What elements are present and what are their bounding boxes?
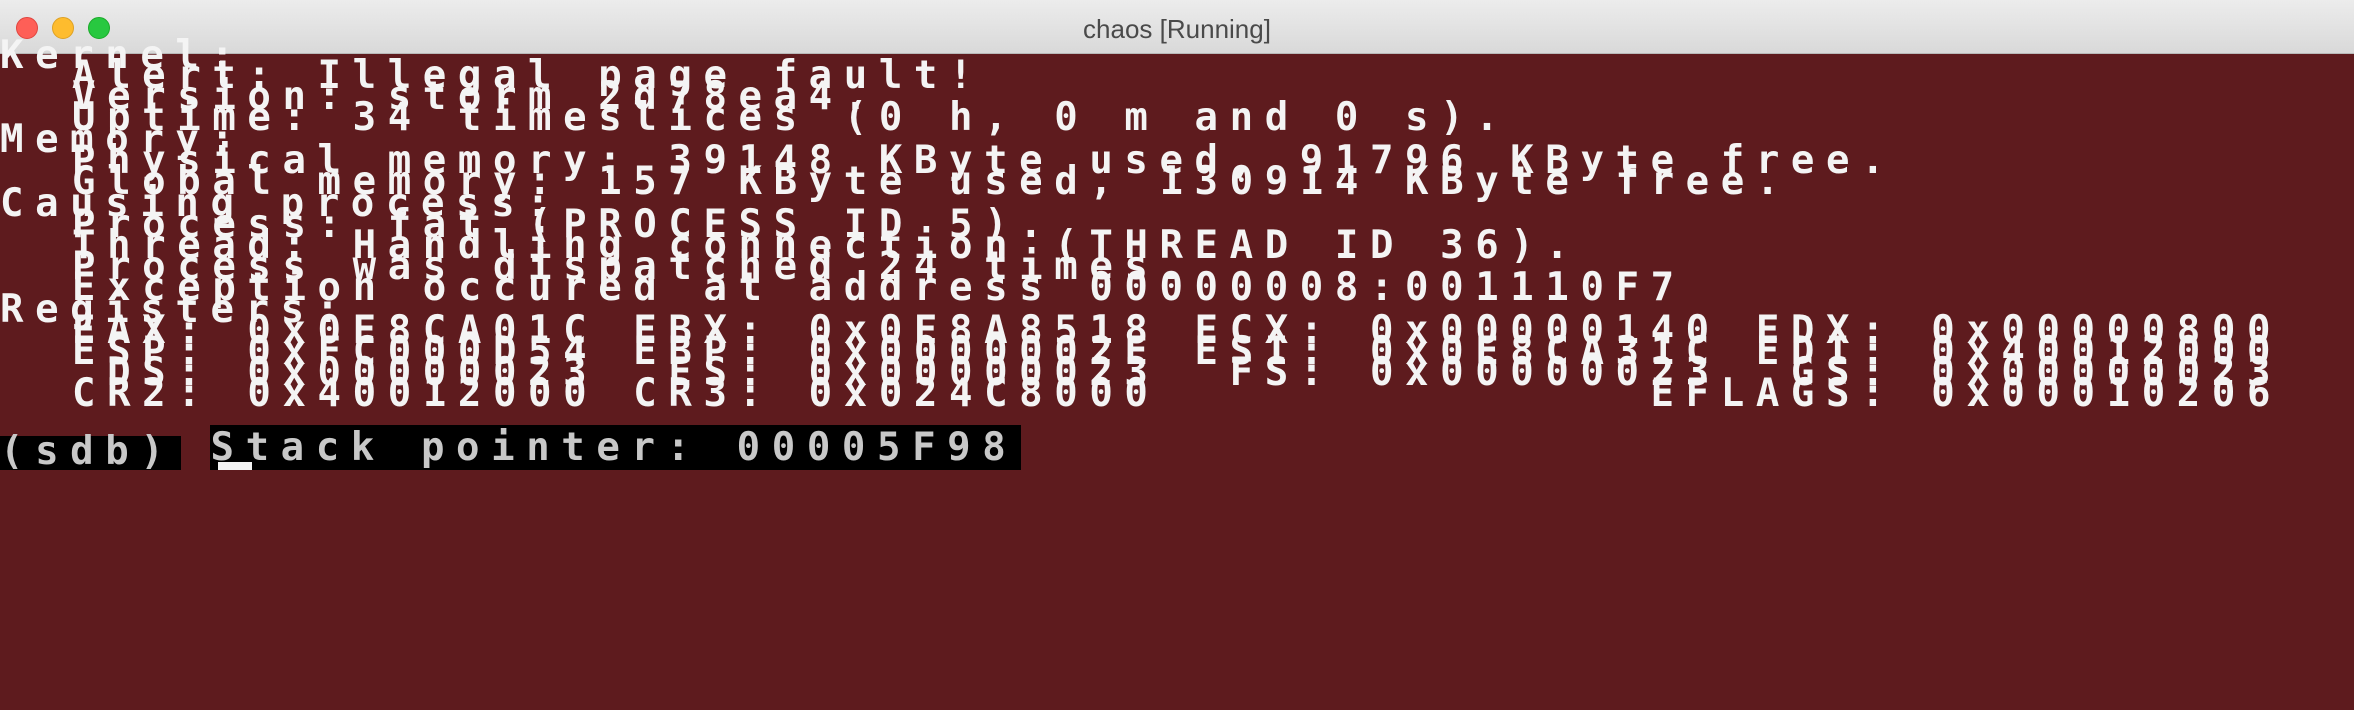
uptime-line: Uptime: 34 timeslices (0 h, 0 m and 0 s)…: [72, 95, 1511, 140]
window-title: chaos [Running]: [1083, 14, 1271, 44]
vm-console-screen[interactable]: Kernel: Alert: Illegal page fault! Versi…: [0, 36, 2354, 710]
title-bar[interactable]: chaos [Running]: [0, 0, 2354, 54]
stack-pointer-row: Stack pointer: 00005F98: [0, 400, 1022, 470]
debugger-prompt: (sdb): [0, 432, 182, 471]
stack-pointer-line: Stack pointer: 00005F98: [210, 425, 1022, 470]
vm-window: chaos [Running] Kernel: Alert: Illegal p…: [0, 0, 2354, 710]
text-cursor: [218, 462, 252, 470]
debugger-prompt-row[interactable]: (sdb): [0, 432, 252, 471]
